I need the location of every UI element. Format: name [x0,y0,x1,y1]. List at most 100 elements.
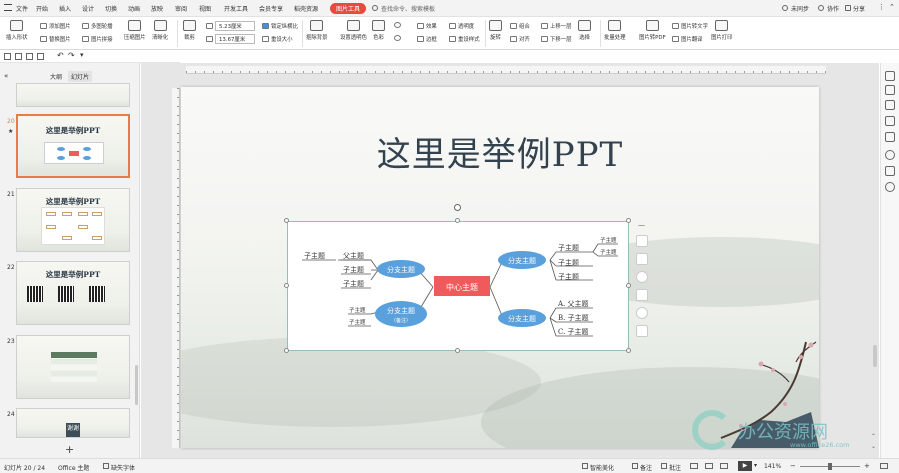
float-more-icon[interactable] [636,325,648,337]
image-to-pdf-button[interactable]: 图片转PDF [639,20,666,41]
image-to-text-button[interactable]: 图片转文字 [672,22,708,30]
zoom-slider-thumb[interactable] [828,463,832,470]
menu-home[interactable]: 开始 [36,4,48,13]
border-button[interactable]: 边框 [417,35,437,43]
image-print-button[interactable]: 图片打印 [711,20,733,41]
tab-outline[interactable]: 大纲 [47,71,65,82]
animation-pane-icon[interactable] [885,100,895,110]
combine-button[interactable]: 组合 [510,22,530,30]
play-options-icon[interactable]: ▾ [754,462,757,469]
set-transparent-button[interactable]: 设置透明色 [340,20,367,41]
align-button[interactable]: 对齐 [510,35,530,43]
customize-icon[interactable]: ▾ [80,51,84,59]
menu-picture-tools[interactable]: 图片工具 [330,3,367,14]
float-pin-icon[interactable] [636,307,648,319]
fit-window-icon[interactable] [880,463,888,469]
insert-shape-button[interactable]: 插入形状 [6,20,28,41]
menu-icon[interactable] [4,4,12,11]
rotate-left-button[interactable] [394,22,403,28]
slide-thumbnail-19[interactable] [16,83,130,107]
image-translate-button[interactable]: 图片翻译 [672,35,703,43]
search-command[interactable]: 查找命令、搜索模板 [381,4,435,13]
multi-crop-button[interactable]: 多图轮播 [82,22,113,30]
help-icon[interactable] [885,150,895,160]
slide-thumbnail-21[interactable]: 这里是举例PPT [16,188,130,252]
resize-handle-w[interactable] [284,283,289,288]
compress-image-button[interactable]: 压缩图片 [124,20,146,41]
send-backward-button[interactable]: 下移一层 [541,35,572,43]
slide-thumbnail-20[interactable]: 这里是举例PPT [16,114,130,178]
lock-ratio-checkbox[interactable]: 锁定纵横比 [262,22,298,30]
float-crop-frame-icon[interactable] [636,289,648,301]
resize-handle-nw[interactable] [284,218,289,223]
collapse-right-icon[interactable] [885,71,895,81]
share-button[interactable]: 分享 [853,4,865,13]
menu-transition[interactable]: 切换 [105,4,117,13]
redo-icon[interactable]: ↷ [68,51,75,60]
resize-handle-e[interactable] [626,283,631,288]
play-slideshow-icon[interactable]: ▶ [738,461,752,471]
open-icon[interactable] [15,53,22,60]
effect-button[interactable]: 效果 [417,22,437,30]
add-image-button[interactable]: 添加图片 [40,22,71,30]
select-pane-icon[interactable] [885,116,895,126]
clarity-button[interactable]: 清晰化 [152,20,168,41]
add-slide-button[interactable]: + [65,443,74,456]
reset-style-button[interactable]: 重设样式 [449,35,480,43]
float-minus-icon[interactable]: — [638,221,645,229]
slide-title[interactable]: 这里是举例PPT [181,127,819,176]
float-layers-icon[interactable] [636,253,648,265]
height-field[interactable]: 13.67厘米 [206,34,255,44]
sync-status[interactable]: 未同步 [791,4,809,13]
menu-docer[interactable]: 稻壳资源 [294,4,318,13]
menu-member[interactable]: 会员专享 [259,4,283,13]
reset-size-button[interactable]: 重设大小 [262,35,293,43]
property-icon[interactable] [885,85,895,95]
sorter-view-icon[interactable] [705,463,713,469]
resize-handle-sw[interactable] [284,348,289,353]
share-pane-icon[interactable] [885,166,895,176]
more-icon[interactable]: ⋮ [878,3,885,11]
menu-slideshow[interactable]: 放映 [151,4,163,13]
theme-name[interactable]: Office 主题 [58,463,89,472]
slide-thumbnail-22[interactable]: 这里是举例PPT [16,261,130,325]
zoom-level[interactable]: 141% [764,463,781,470]
selected-mindmap-image[interactable]: 中心主题 分支主题 分支主题 （备注） 分支主题 分支主题 子主题 父主题 子主… [287,221,629,351]
resize-handle-ne[interactable] [626,218,631,223]
rotate-right-button[interactable] [394,35,403,41]
collab-button[interactable]: 协作 [827,4,839,13]
new-file-icon[interactable] [4,53,11,60]
style-icon[interactable] [885,132,895,142]
remove-background-button[interactable]: 抠除背景 [306,20,328,41]
transparency-button[interactable]: 透明度 [449,22,474,30]
rotate-handle-icon[interactable] [454,204,461,211]
menu-design[interactable]: 设计 [82,4,94,13]
undo-icon[interactable]: ↶ [57,51,64,60]
reading-view-icon[interactable] [720,463,728,469]
resize-handle-se[interactable] [626,348,631,353]
collapse-ribbon-icon[interactable]: ⌃ [889,3,895,11]
print-quick-icon[interactable] [37,53,44,60]
panel-scrollbar[interactable] [135,365,138,405]
normal-view-icon[interactable] [690,463,698,469]
color-button[interactable]: 色彩 [372,20,385,41]
resize-handle-n[interactable] [455,218,460,223]
location-icon[interactable] [885,182,895,192]
zoom-out-icon[interactable]: − [790,462,796,470]
select-button[interactable]: 选择 [578,20,591,41]
menu-animation[interactable]: 动画 [128,4,140,13]
rotate-button[interactable]: 旋转 [489,20,502,41]
replace-image-button[interactable]: 替换图片 [40,35,71,43]
tab-slides[interactable]: 幻灯片 [68,71,93,82]
menu-view[interactable]: 视图 [199,4,211,13]
slide-thumbnail-24[interactable]: 谢谢 [16,408,130,438]
slide-thumbnail-23[interactable] [16,335,130,399]
menu-insert[interactable]: 插入 [59,4,71,13]
float-crop-icon[interactable] [636,235,648,247]
crop-button[interactable]: 裁剪 [183,20,196,41]
zoom-in-icon[interactable]: + [864,462,870,470]
smart-beautify-button[interactable]: 智能美化 [590,463,614,472]
comment-button[interactable]: 批注 [669,463,681,472]
float-zoom-icon[interactable] [636,271,648,283]
notes-button[interactable]: 备注 [640,463,652,472]
